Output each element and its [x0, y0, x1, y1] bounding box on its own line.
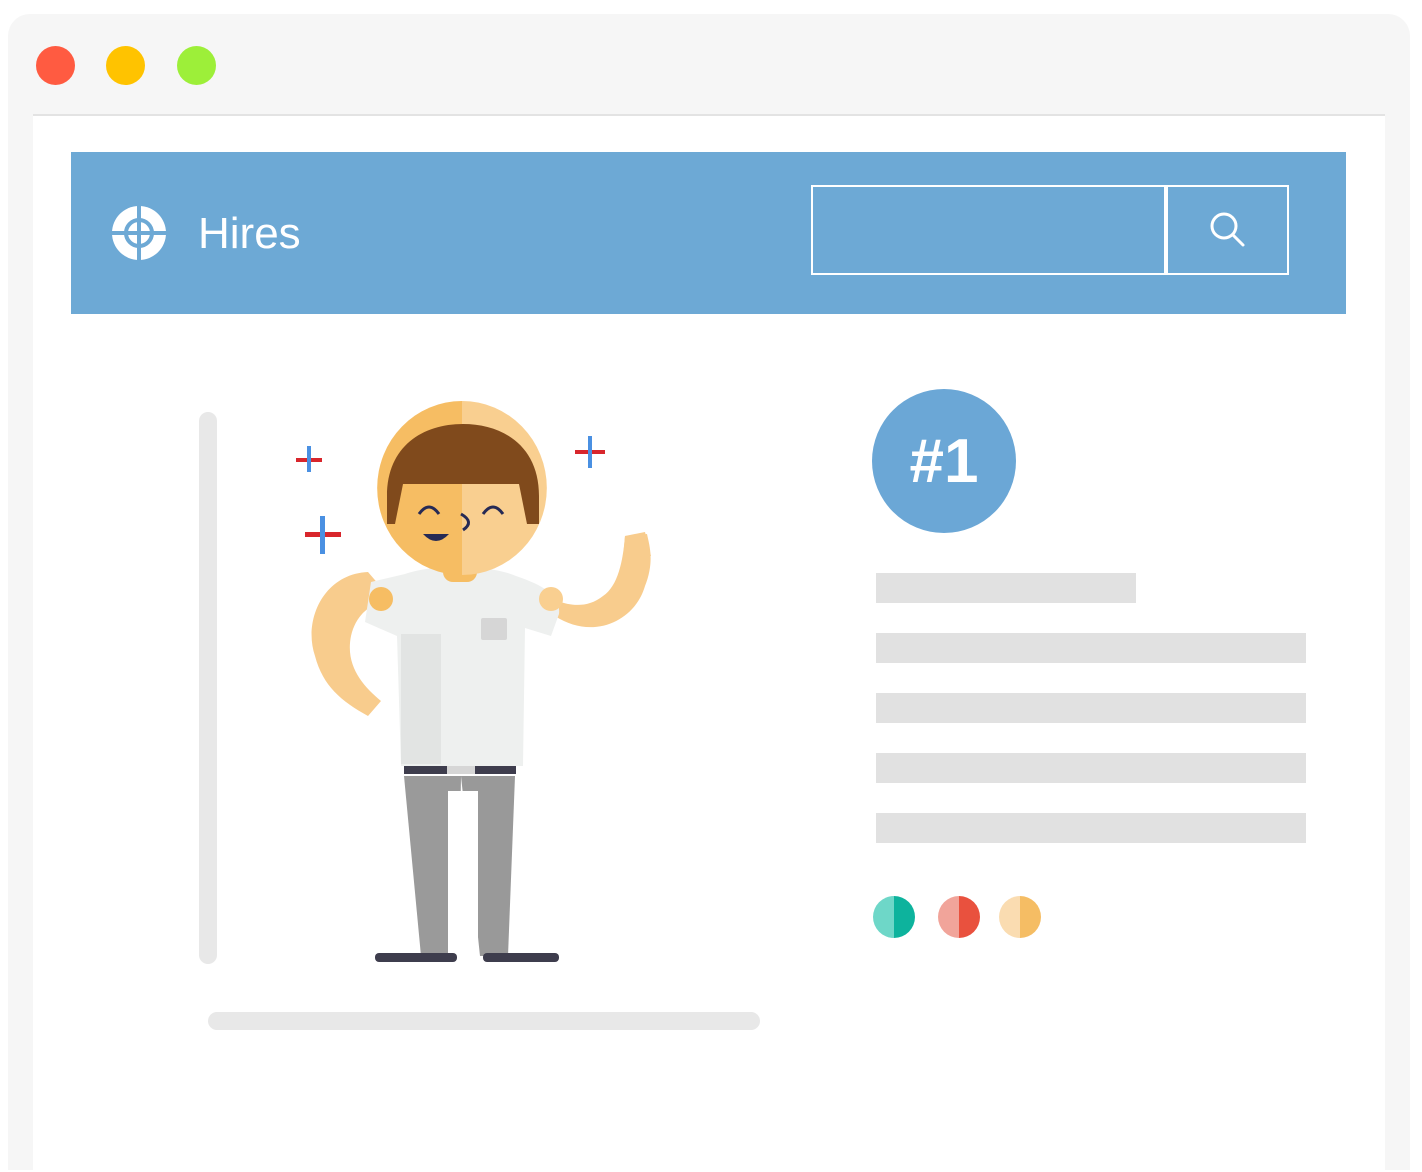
rank-badge: #1 [872, 389, 1016, 533]
sand-color-dot [999, 896, 1041, 938]
profile-text-line-placeholder [876, 693, 1306, 723]
minimize-window-button[interactable] [106, 46, 145, 85]
app-header: Hires [71, 152, 1346, 314]
page-content: Hires #1 [33, 114, 1385, 1172]
profile-text-line-placeholder [876, 633, 1306, 663]
search-icon [1210, 212, 1244, 247]
search-button[interactable] [1166, 185, 1289, 275]
crosshair-globe-icon [110, 206, 168, 260]
browser-window: Hires #1 [8, 14, 1410, 1172]
maximize-window-button[interactable] [177, 46, 216, 85]
vertical-scrollbar[interactable] [199, 412, 217, 964]
profile-title-placeholder [876, 573, 1136, 603]
profile-text-line-placeholder [876, 753, 1306, 783]
search-input[interactable] [811, 185, 1165, 275]
profile-text-line-placeholder [876, 813, 1306, 843]
horizontal-scrollbar[interactable] [208, 1012, 760, 1030]
teal-color-dot [873, 896, 915, 938]
happy-person-illustration [296, 401, 651, 962]
brand-name[interactable]: Hires [198, 206, 301, 262]
coral-color-dot [938, 896, 980, 938]
close-window-button[interactable] [36, 46, 75, 85]
